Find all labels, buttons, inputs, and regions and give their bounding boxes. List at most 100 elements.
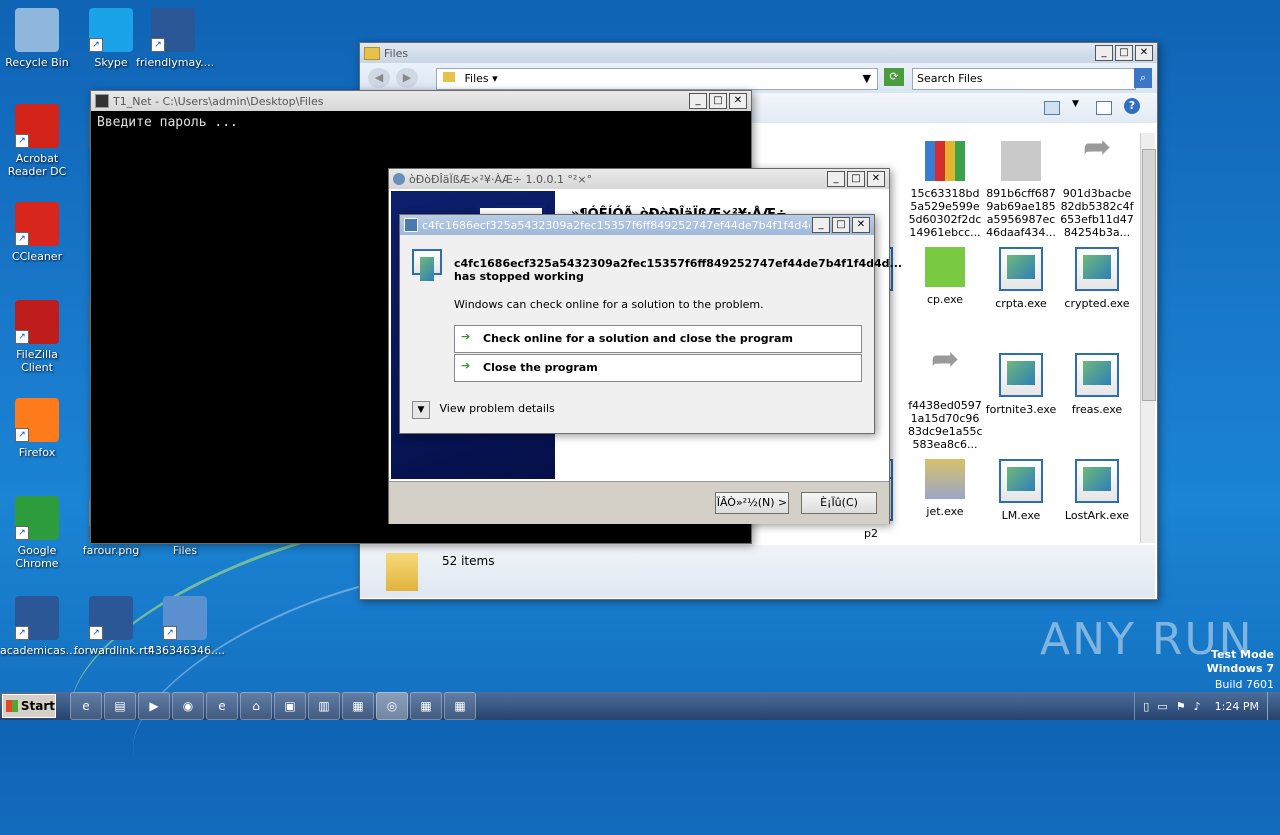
file-label: jet.exe — [926, 505, 964, 518]
breadcrumb[interactable]: Files — [465, 72, 489, 85]
chrome-icon[interactable]: ◉ — [172, 692, 204, 720]
shortcut-arrow-icon: ↗ — [15, 428, 29, 442]
maximize-button[interactable]: □ — [847, 171, 865, 187]
test-mode-label: Test Mode — [1211, 648, 1274, 661]
maximize-button[interactable]: □ — [709, 93, 727, 109]
desktop-icon[interactable]: ↗ FileZilla Client — [0, 300, 74, 374]
file-item[interactable]: cp.exe — [908, 247, 982, 306]
file-item[interactable]: freas.exe — [1060, 353, 1134, 416]
forward-arrow-icon[interactable]: ▶ — [396, 68, 418, 88]
start-button[interactable]: Start — [2, 694, 56, 718]
check-online-option[interactable]: ➔ Check online for a solution and close … — [454, 325, 862, 353]
explorer-titlebar[interactable]: Files _ □ ✕ — [360, 43, 1157, 63]
desktop-icon-label: Files — [172, 544, 198, 557]
file-item[interactable]: LM.exe — [984, 459, 1058, 522]
close-button[interactable]: ✕ — [867, 171, 885, 187]
maximize-button[interactable]: □ — [832, 217, 850, 233]
close-button[interactable]: ✕ — [852, 217, 870, 233]
network-app-icon[interactable]: ⌂ — [240, 692, 272, 720]
file-label: LM.exe — [1001, 509, 1041, 522]
winrar-icon — [925, 141, 965, 181]
tray-network-icon[interactable]: ▭ — [1157, 700, 1167, 713]
installer-active-icon[interactable]: ◎ — [376, 692, 408, 720]
shortcut-arrow-icon: ↗ — [15, 330, 29, 344]
view-details-toggle[interactable]: ▼ View problem details — [412, 401, 555, 419]
chevron-down-icon[interactable]: ▼ — [412, 401, 430, 419]
app-icon[interactable]: ▦ — [444, 692, 476, 720]
build-label: Build 7601 — [1214, 678, 1274, 691]
desktop-icon-label: FileZilla Client — [16, 348, 58, 374]
installer-icon[interactable]: ▥ — [308, 692, 340, 720]
desktop-icon[interactable]: Recycle Bin — [0, 8, 74, 69]
clock[interactable]: 1:24 PM — [1215, 700, 1259, 713]
chevron-down-icon[interactable]: ▼ — [863, 69, 871, 89]
error-message: has stopped working — [454, 270, 584, 283]
file-item[interactable]: ➦ 901d3bacbe 82db5382c4f 653efb11d47 8425… — [1060, 127, 1134, 239]
search-icon[interactable]: ⌕ — [1134, 68, 1152, 88]
close-button[interactable]: ✕ — [729, 93, 747, 109]
search-input[interactable]: Search Files — [912, 68, 1136, 90]
console-icon — [95, 94, 109, 108]
desktop-icon-label: Google Chrome — [15, 544, 59, 570]
tray-keyboard-icon[interactable]: ▯ — [1143, 700, 1149, 713]
desktop-icon-label: Recycle Bin — [5, 56, 69, 69]
desktop-icon-label: farour.png — [82, 544, 140, 557]
exe-icon — [999, 459, 1043, 503]
console-output[interactable]: Введите пароль ... — [91, 111, 751, 134]
preview-pane-icon[interactable] — [1096, 101, 1112, 115]
chevron-down-icon[interactable]: ▼ — [1072, 99, 1079, 109]
cancel-button[interactable]: È¡Ïû(C) — [801, 492, 877, 514]
view-options-icon[interactable] — [1044, 101, 1060, 115]
desktop-icon[interactable]: ↗ 436346346.... — [148, 596, 225, 657]
word-doc-icon: ↗ — [89, 596, 133, 640]
desktop-icon[interactable]: ↗ Google Chrome — [0, 496, 74, 570]
ie-icon[interactable]: e — [70, 692, 102, 720]
file-item[interactable]: fortnite3.exe — [984, 353, 1058, 416]
exe-icon — [1075, 459, 1119, 503]
refresh-icon[interactable]: ⟳ — [884, 68, 904, 86]
installer-titlebar[interactable]: òÐòÐÎäÏßÆ×²¥·ÀÆ÷ 1.0.0.1 °²×° _ □ ✕ — [389, 169, 889, 189]
file-item[interactable]: 891b6cff687 9ab69ae185 a5956987ec 46daaf… — [984, 141, 1058, 239]
file-item[interactable]: crypted.exe — [1060, 247, 1134, 310]
desktop-icon[interactable]: ↗ Firefox — [0, 398, 74, 459]
maximize-button[interactable]: □ — [1115, 45, 1133, 61]
file-item[interactable]: ➦ f4438ed0597 1a15d70c96 83dc9e1a55c 583e… — [908, 342, 983, 451]
app-icon[interactable]: ▦ — [342, 692, 374, 720]
explorer-icon[interactable]: ▤ — [104, 692, 136, 720]
close-program-option[interactable]: ➔ Close the program — [454, 354, 862, 382]
edge-icon[interactable]: e — [206, 692, 238, 720]
app-icon[interactable]: ▦ — [410, 692, 442, 720]
minimize-button[interactable]: _ — [812, 217, 830, 233]
media-player-icon[interactable]: ▶ — [138, 692, 170, 720]
chrome-icon: ↗ — [15, 496, 59, 540]
error-dialog-titlebar[interactable]: c4fc1686ecf325a5432309a2fec15357f6ff8492… — [400, 215, 874, 235]
desktop-icon[interactable]: ↗ academicas.... — [0, 596, 80, 657]
app-icon[interactable]: ▣ — [274, 692, 306, 720]
scrollbar-thumb[interactable] — [1142, 149, 1156, 401]
help-icon[interactable]: ? — [1124, 98, 1140, 114]
file-item[interactable]: jet.exe — [908, 459, 982, 518]
close-button[interactable]: ✕ — [1135, 45, 1153, 61]
address-bar[interactable]: Files ▾ ▼ — [436, 68, 878, 90]
shortcut-arrow-icon: ➦ — [1082, 127, 1112, 167]
back-arrow-icon[interactable]: ◀ — [368, 68, 390, 88]
setup-icon: ↗ — [163, 596, 207, 640]
show-desktop-button[interactable] — [1267, 692, 1280, 720]
file-item[interactable]: LostArk.exe — [1060, 459, 1134, 522]
minimize-button[interactable]: _ — [827, 171, 845, 187]
desktop-icon[interactable]: ↗ CCleaner — [0, 202, 74, 263]
file-item[interactable]: crpta.exe — [984, 247, 1058, 310]
vertical-scrollbar[interactable] — [1140, 133, 1156, 543]
file-item[interactable]: 15c63318bd 5a529e599e 5d60302f2dc 14961e… — [908, 141, 982, 239]
error-info: Windows can check online for a solution … — [454, 298, 764, 311]
console-titlebar[interactable]: T1_Net - C:\Users\admin\Desktop\Files _ … — [91, 91, 751, 111]
tray-volume-icon[interactable]: ♪ — [1194, 700, 1201, 713]
explorer-navbar: ◀ ▶ Files ▾ ▼ ⟳ Search Files ⌕ — [360, 63, 1157, 93]
desktop-icon[interactable]: ↗ Acrobat Reader DC — [0, 104, 74, 178]
next-button[interactable]: ÏÂÒ»²½(N) > — [715, 492, 789, 514]
desktop-icon[interactable]: ↗ forwardlink.rtf — [74, 596, 152, 657]
minimize-button[interactable]: _ — [689, 93, 707, 109]
desktop-icon[interactable]: ↗ friendlymay.... — [136, 8, 214, 69]
tray-flag-icon[interactable]: ⚑ — [1176, 700, 1186, 713]
minimize-button[interactable]: _ — [1095, 45, 1113, 61]
